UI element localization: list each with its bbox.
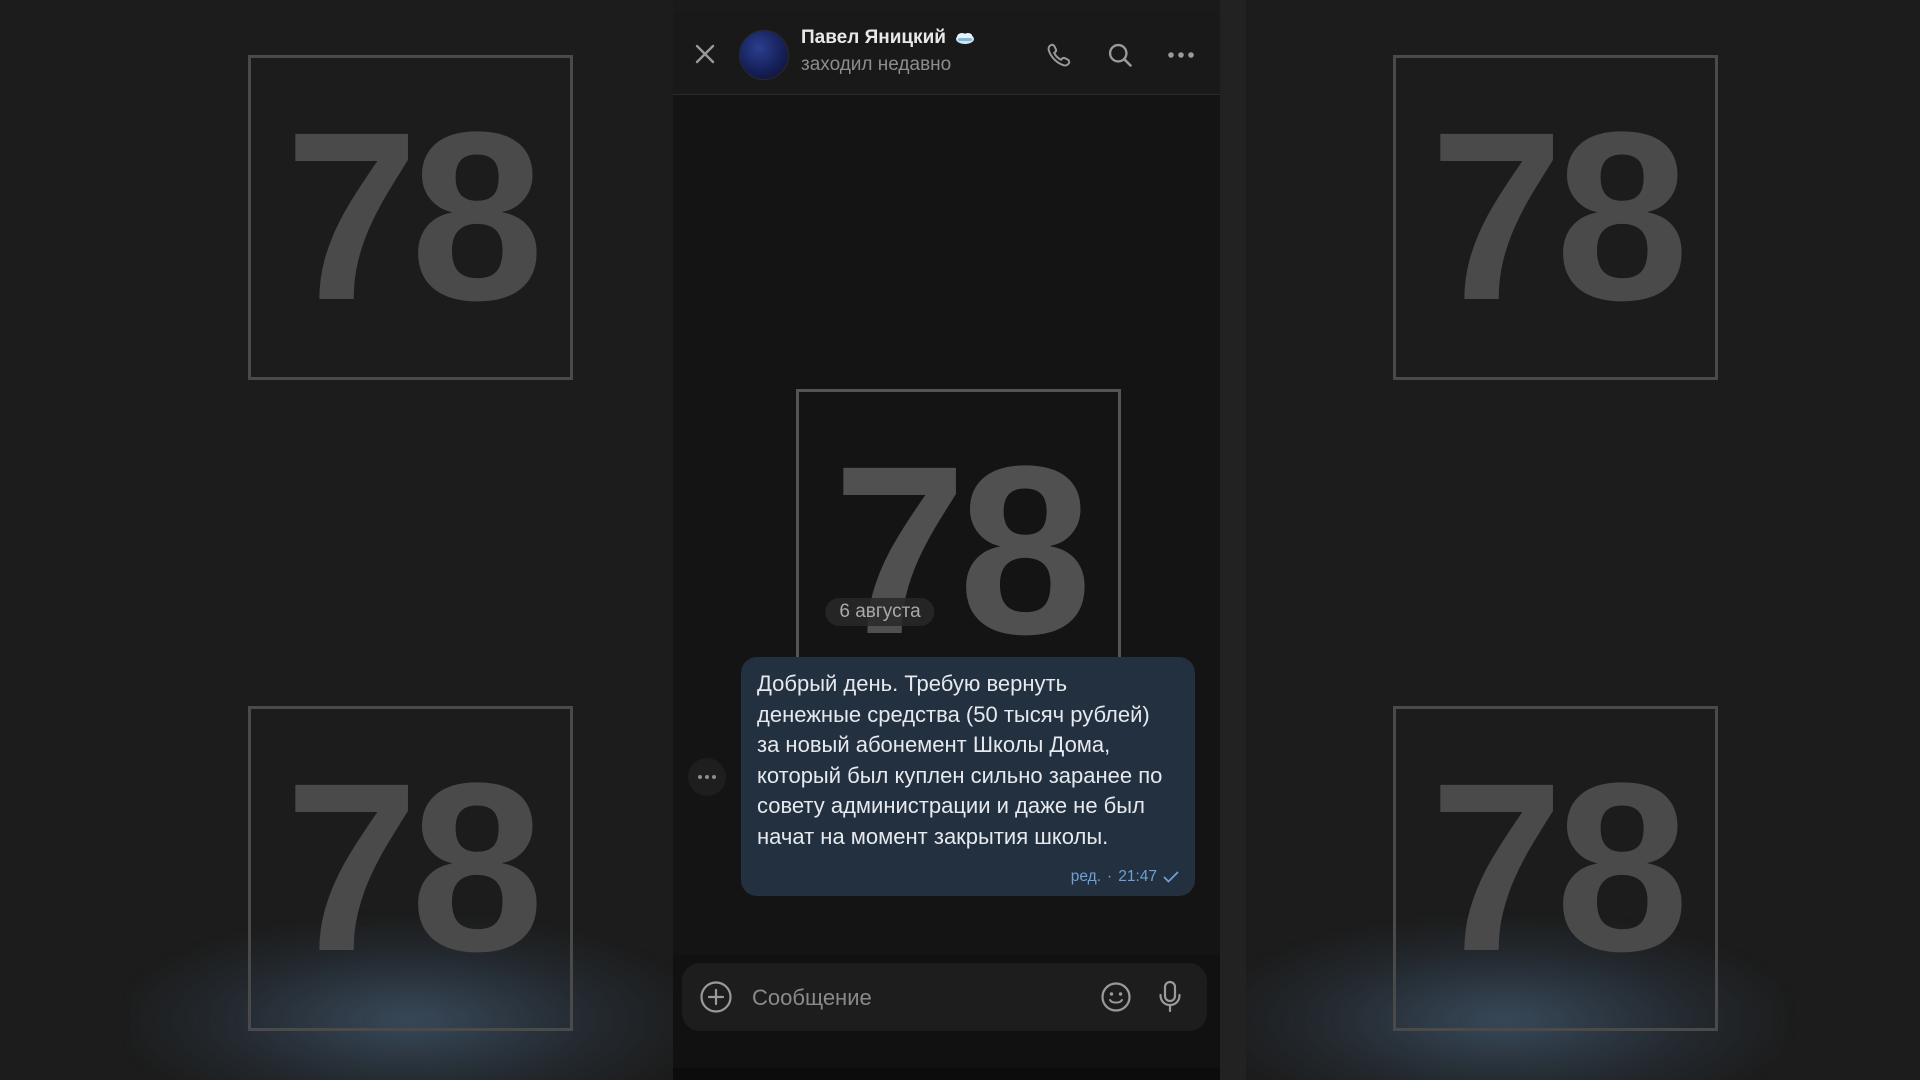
- watermark-text: 78: [285, 733, 544, 1001]
- watermark-logo: 78: [1393, 706, 1718, 1031]
- message-text: Добрый день. Требую вернуть денежные сре…: [757, 671, 1163, 849]
- message-composer: [682, 963, 1207, 1031]
- navigation-bar: [673, 1068, 1220, 1080]
- search-icon: [1108, 43, 1132, 67]
- watermark-text: 78: [833, 416, 1092, 684]
- right-blurred-background: 78 78: [1246, 0, 1920, 1080]
- chat-header: Павел Яницкий заходил недавно: [673, 12, 1220, 95]
- message-input[interactable]: [750, 979, 1084, 1017]
- cloud-emoji-icon: [955, 33, 974, 44]
- close-icon: [695, 44, 715, 64]
- watermark-logo: 78: [1393, 55, 1718, 380]
- date-separator: 6 августа: [825, 598, 935, 626]
- left-blurred-background: 78 78: [0, 0, 673, 1080]
- close-button[interactable]: [685, 34, 725, 74]
- watermark-text: 78: [1430, 82, 1689, 350]
- attach-button[interactable]: [696, 977, 736, 1017]
- watermark-text: 78: [285, 82, 544, 350]
- search-button[interactable]: [1099, 34, 1141, 76]
- outgoing-message[interactable]: Добрый день. Требую вернуть денежные сре…: [741, 657, 1195, 896]
- call-button[interactable]: [1038, 34, 1080, 76]
- phone-icon: [1047, 43, 1071, 67]
- emoji-icon: [1101, 982, 1131, 1012]
- right-gutter: [1220, 0, 1246, 1080]
- message-meta: ред. · 21:47: [1071, 868, 1179, 886]
- contact-name: Павел Яницкий: [801, 27, 946, 48]
- mic-icon: [1159, 980, 1181, 1013]
- more-icon: [698, 775, 716, 779]
- voice-message-button[interactable]: [1150, 975, 1190, 1019]
- watermark-logo: 78: [248, 706, 573, 1031]
- message-actions-button[interactable]: [688, 758, 726, 796]
- meta-separator: ·: [1107, 868, 1113, 885]
- video-frame: 78 78 78 78 Павел Яницкий заходил недавн…: [0, 0, 1920, 1080]
- edited-label: ред.: [1070, 868, 1102, 885]
- more-icon: [1168, 52, 1194, 58]
- watermark-text: 78: [1430, 733, 1689, 1001]
- add-icon: [700, 981, 732, 1013]
- avatar[interactable]: [739, 30, 789, 80]
- more-options-button[interactable]: [1160, 34, 1202, 76]
- contact-status: заходил недавно: [801, 54, 952, 75]
- contact-name-row[interactable]: Павел Яницкий: [801, 27, 976, 49]
- check-icon: [1163, 871, 1179, 883]
- watermark-logo: 78: [248, 55, 573, 380]
- emoji-button[interactable]: [1096, 977, 1136, 1017]
- message-time: 21:47: [1118, 868, 1157, 885]
